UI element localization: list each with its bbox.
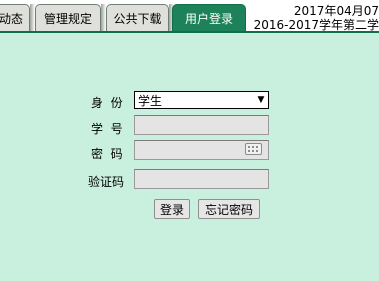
- login-page: 动态 管理规定 公共下载 用户登录 2017年04月07 2016-2017学年…: [0, 0, 379, 281]
- student-id-label: 学 号: [91, 122, 123, 136]
- tab-downloads[interactable]: 公共下载: [106, 4, 169, 31]
- password-label: 密 码: [91, 147, 123, 161]
- tab-regulations[interactable]: 管理规定: [35, 4, 101, 31]
- chevron-down-icon: ▼: [257, 95, 265, 105]
- current-term: 2016-2017学年第二学: [253, 18, 379, 32]
- tab-bar: 动态 管理规定 公共下载 用户登录 2017年04月07 2016-2017学年…: [0, 0, 379, 33]
- keyboard-icon[interactable]: [245, 143, 262, 155]
- tab-news[interactable]: 动态: [0, 4, 30, 31]
- identity-select[interactable]: 学生 ▼: [134, 91, 269, 109]
- login-button[interactable]: 登录: [154, 199, 190, 219]
- captcha-label: 验证码: [88, 175, 125, 189]
- tab-user-login-label: 用户登录: [184, 11, 233, 26]
- tab-user-login[interactable]: 用户登录: [172, 4, 246, 31]
- tab-regulations-label: 管理规定: [43, 11, 92, 26]
- tab-news-label: 动态: [0, 11, 23, 26]
- identity-select-value: 学生: [138, 93, 163, 108]
- student-id-input[interactable]: [134, 115, 269, 135]
- identity-label: 身 份: [91, 96, 123, 110]
- tab-downloads-label: 公共下载: [113, 11, 162, 26]
- captcha-input[interactable]: [134, 169, 269, 189]
- forgot-password-button[interactable]: 忘记密码: [198, 199, 260, 219]
